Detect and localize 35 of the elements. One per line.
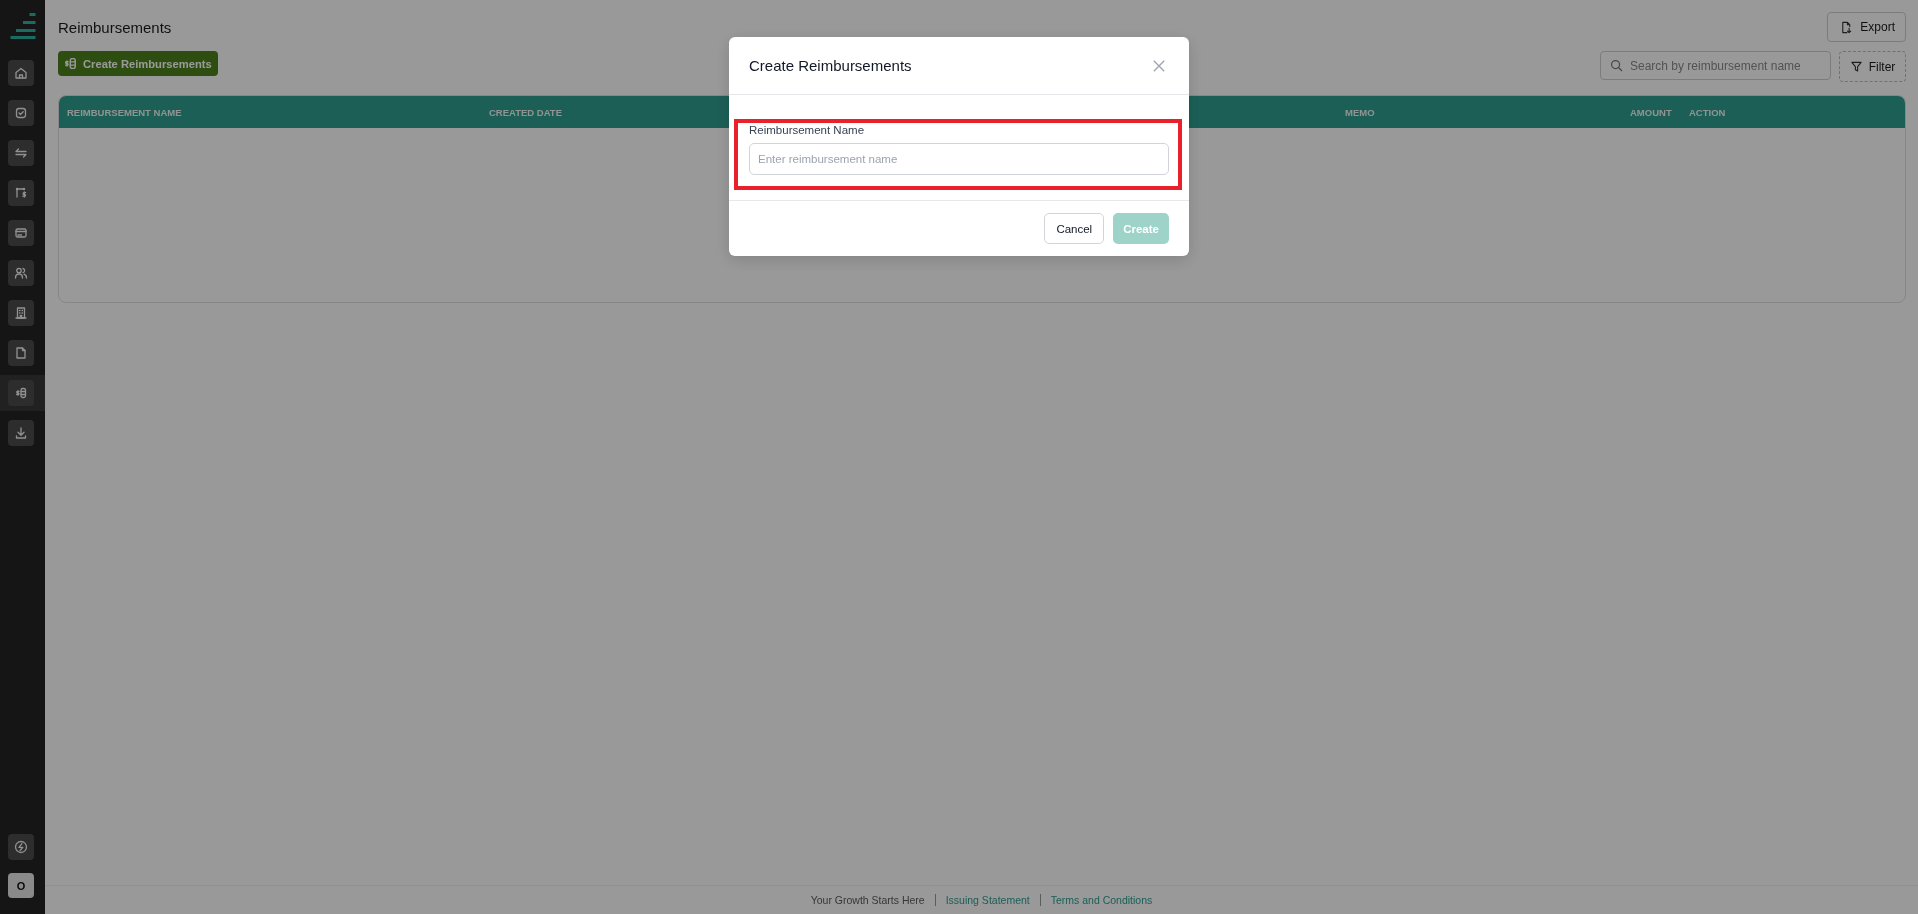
search-icon — [1610, 59, 1623, 72]
cancel-button[interactable]: Cancel — [1044, 213, 1105, 244]
page-title: Reimbursements — [58, 18, 172, 36]
swap-arrows-icon — [8, 140, 34, 166]
field-label: Reimbursement Name — [749, 123, 865, 137]
credit-card-icon — [8, 220, 34, 246]
branch-dollar-icon — [8, 180, 34, 206]
check-square-icon — [8, 100, 34, 126]
sidebar-item[interactable] — [0, 375, 45, 411]
column-header: CREATED DATE — [489, 106, 562, 118]
name-input-field[interactable]: Enter reimbursement name — [749, 143, 1169, 175]
close-icon — [1153, 59, 1165, 72]
filter-button[interactable]: Filter — [1839, 51, 1906, 82]
lightning-icon[interactable] — [8, 834, 34, 860]
funnel-icon — [1849, 60, 1863, 73]
footer-text: Your Growth Starts Here — [809, 894, 926, 906]
home-icon — [8, 60, 34, 86]
column-header: ACTION — [1689, 106, 1726, 118]
search-field[interactable]: Search by reimbursement name — [1600, 51, 1831, 80]
app-logo — [10, 13, 36, 39]
dollar-coins-icon — [65, 58, 76, 69]
building-icon — [8, 300, 34, 326]
file-arrow-icon — [1840, 20, 1854, 34]
avatar[interactable]: O — [8, 873, 34, 898]
modal-title: Create Reimbursements — [749, 57, 912, 74]
create-reimbursements-button[interactable]: Create Reimbursements — [58, 51, 218, 76]
dollar-coins-icon — [8, 380, 34, 406]
export-button[interactable]: Export — [1827, 12, 1906, 42]
close-button[interactable] — [1153, 59, 1165, 72]
download-icon — [8, 420, 34, 446]
users-icon — [8, 260, 34, 286]
document-icon — [8, 340, 34, 366]
column-header: REIMBURSEMENT NAME — [67, 106, 182, 118]
column-header: AMOUNT — [1630, 106, 1672, 118]
column-header: MEMO — [1345, 106, 1375, 118]
